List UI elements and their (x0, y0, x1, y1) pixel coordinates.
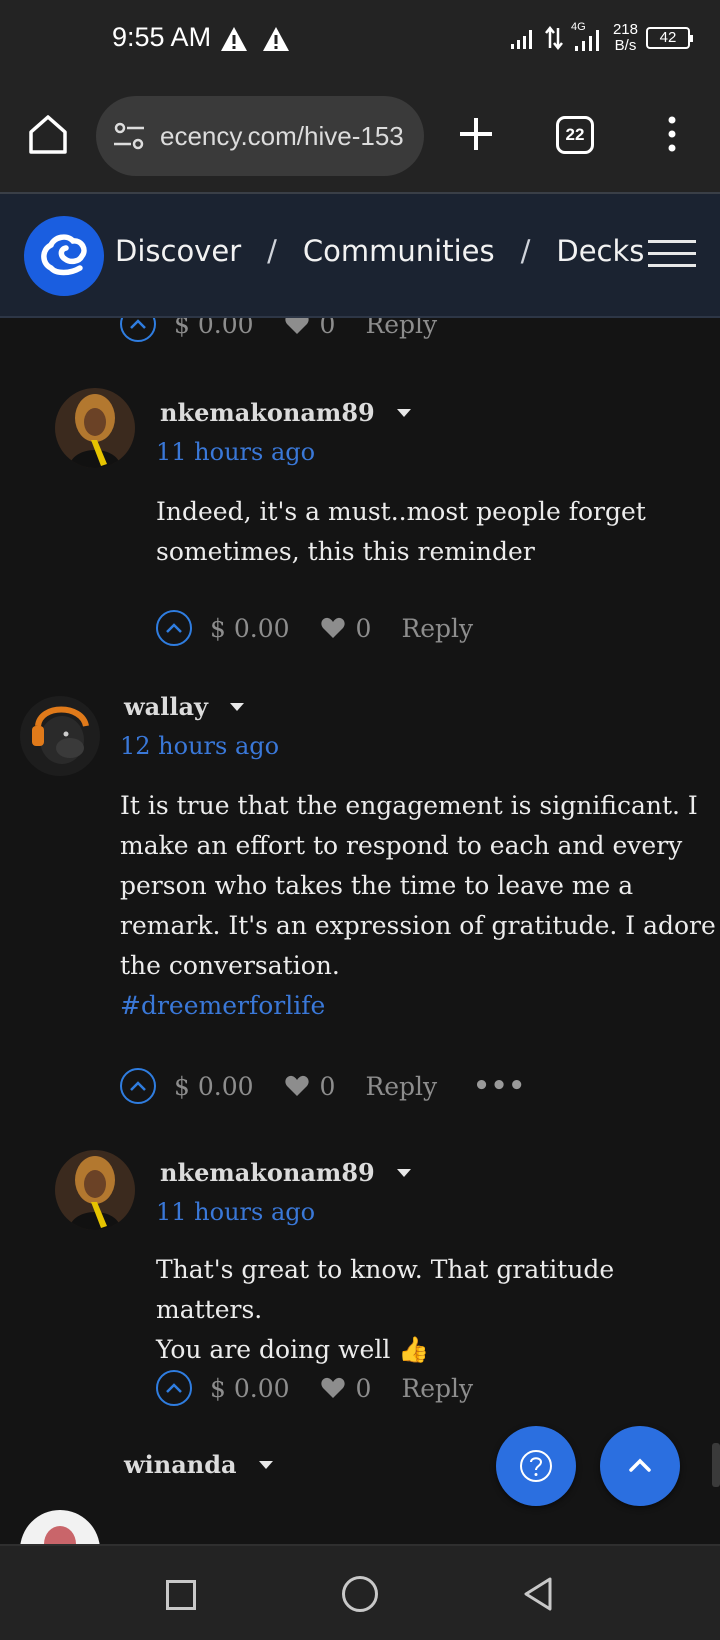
help-icon[interactable] (518, 1448, 554, 1484)
chevron-down-icon[interactable] (396, 1168, 411, 1177)
comment-actions: $ 0.00 0 Reply (156, 1368, 473, 1408)
body-line: That's great to know. That gratitude mat… (156, 1255, 615, 1324)
ecency-logo[interactable] (24, 216, 104, 296)
network-speed: 218 B/s (613, 22, 638, 54)
chevron-down-icon[interactable] (229, 702, 244, 711)
browser-toolbar: ecency.com/hive-153 22 (0, 84, 720, 194)
body-line: person who takes the time to leave me a (120, 871, 634, 900)
comment-actions: $ 0.00 0 Reply (156, 608, 473, 648)
avatar[interactable] (20, 1510, 100, 1544)
body-line: make an effort to respond to each and ev… (120, 831, 683, 860)
chevron-up-icon[interactable] (626, 1457, 654, 1475)
body-line: remark. It's an expression of gratitude.… (120, 911, 716, 940)
comment-time[interactable]: 11 hours ago (156, 1198, 315, 1226)
comment-author[interactable]: wallay (124, 692, 244, 721)
nav-separator: / (520, 234, 531, 268)
heart-icon[interactable] (284, 318, 310, 336)
status-bar: 9:55 AM 4G 218 B/s 42 (0, 0, 720, 84)
cellular-4g-icon: 4G (571, 21, 605, 51)
tab-switcher-icon[interactable]: 22 (556, 116, 594, 154)
overflow-menu-icon[interactable] (664, 114, 680, 154)
hamburger-icon[interactable] (648, 240, 696, 272)
comment-time[interactable]: 11 hours ago (156, 438, 315, 466)
payout-amount[interactable]: $ 0.00 (174, 318, 254, 339)
author-name[interactable]: nkemakonam89 (160, 1158, 375, 1187)
warning-icon (263, 27, 289, 51)
help-button[interactable] (496, 1426, 576, 1506)
payout-amount[interactable]: $ 0.00 (174, 1072, 254, 1101)
speed-value: 218 (612, 21, 638, 38)
scrollbar-thumb[interactable] (712, 1443, 720, 1487)
avatar[interactable] (55, 388, 135, 468)
hashtag-link[interactable]: #dreemerforlife (120, 986, 716, 1026)
address-bar[interactable]: ecency.com/hive-153 (96, 96, 424, 176)
comment-time[interactable]: 12 hours ago (120, 732, 279, 760)
upvote-icon[interactable] (156, 610, 192, 646)
plus-icon[interactable] (452, 110, 500, 158)
payout-amount[interactable]: $ 0.00 (210, 1374, 290, 1403)
tune-icon[interactable] (112, 119, 146, 153)
comment-body: It is true that the engagement is signif… (120, 786, 716, 1026)
nav-link-communities[interactable]: Communities (303, 234, 495, 268)
signal-icon (510, 30, 532, 49)
nav-link-decks[interactable]: Decks (556, 234, 644, 268)
more-options-icon[interactable]: ••• (473, 1071, 526, 1101)
recents-icon[interactable] (166, 1580, 196, 1610)
author-name[interactable]: wallay (124, 692, 208, 721)
breadcrumb: Discover / Communities / Decks (115, 234, 644, 268)
system-navigation-bar (0, 1544, 720, 1640)
data-transfer-icon (544, 26, 563, 50)
chevron-down-icon[interactable] (258, 1460, 273, 1469)
heart-icon[interactable] (320, 616, 346, 640)
back-icon[interactable] (522, 1576, 554, 1612)
heart-icon[interactable] (320, 1376, 346, 1400)
comment-actions: $ 0.00 0 Reply ••• (120, 1066, 526, 1106)
upvote-icon[interactable] (120, 1068, 156, 1104)
reply-link[interactable]: Reply (401, 614, 473, 643)
author-name[interactable]: nkemakonam89 (160, 398, 375, 427)
likes-count[interactable]: 0 (320, 318, 336, 339)
body-line: You are doing well 👍 (156, 1335, 430, 1364)
reply-link[interactable]: Reply (365, 1072, 437, 1101)
comment-body: That's great to know. That gratitude mat… (156, 1250, 720, 1370)
site-header: Discover / Communities / Decks (0, 194, 720, 318)
battery-indicator: 42 (646, 27, 693, 49)
scroll-to-top-button[interactable] (600, 1426, 680, 1506)
payout-amount[interactable]: $ 0.00 (210, 614, 290, 643)
avatar[interactable] (55, 1150, 135, 1230)
likes-count[interactable]: 0 (356, 1374, 372, 1403)
heart-icon[interactable] (284, 1074, 310, 1098)
body-line: It is true that the engagement is signif… (120, 791, 698, 820)
nav-separator: / (267, 234, 277, 268)
likes-count[interactable]: 0 (320, 1072, 336, 1101)
speed-unit: B/s (614, 37, 637, 54)
url-text[interactable]: ecency.com/hive-153 (160, 121, 404, 152)
nav-link-discover[interactable]: Discover (115, 234, 241, 268)
body-line: Indeed, it's a must..most people forget (156, 497, 646, 526)
author-name[interactable]: winanda (124, 1450, 237, 1479)
reply-link[interactable]: Reply (365, 318, 437, 339)
status-time: 9:55 AM (112, 22, 212, 52)
chevron-down-icon[interactable] (396, 408, 411, 417)
upvote-icon[interactable] (120, 318, 156, 342)
body-line: the conversation. (120, 951, 340, 980)
comments-section: $ 0.00 0 Reply nkemakonam89 11 hours ago… (0, 318, 720, 1544)
home-circle-icon[interactable] (342, 1576, 378, 1612)
reply-link[interactable]: Reply (401, 1374, 473, 1403)
likes-count[interactable]: 0 (356, 614, 372, 643)
body-line: sometimes, this this reminder (156, 537, 535, 566)
comment-body: Indeed, it's a must..most people forget … (156, 492, 646, 572)
avatar[interactable] (20, 696, 100, 776)
warning-icon (221, 27, 247, 51)
comment-author[interactable]: nkemakonam89 (160, 398, 411, 427)
comment-author[interactable]: nkemakonam89 (160, 1158, 411, 1187)
upvote-icon[interactable] (156, 1370, 192, 1406)
comment-author[interactable]: winanda (124, 1450, 273, 1479)
comment-actions: $ 0.00 0 Reply (120, 318, 437, 344)
home-icon[interactable] (26, 112, 70, 156)
